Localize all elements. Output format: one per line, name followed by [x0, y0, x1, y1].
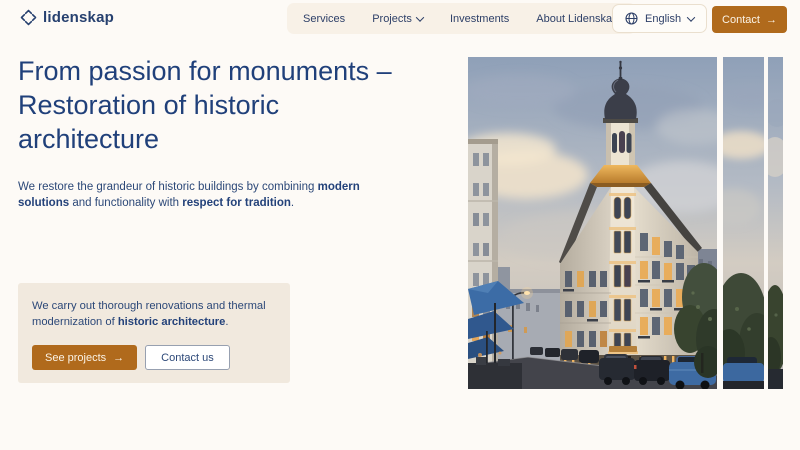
info-card: We carry out thorough renovations and th…	[18, 283, 290, 383]
arrow-right-icon: →	[766, 14, 777, 26]
language-selector[interactable]: English	[612, 4, 707, 33]
chevron-down-icon	[416, 13, 424, 21]
building-illustration	[468, 57, 717, 389]
intro-text: We restore the grandeur of historic buil…	[18, 181, 318, 193]
carousel-slide-next-1[interactable]	[723, 57, 764, 389]
intro-text: and functionality with	[69, 197, 182, 209]
brand-name: lidenskap	[43, 9, 114, 26]
nav-item-label: Projects	[372, 13, 412, 25]
globe-icon	[625, 12, 638, 25]
main-nav: Services Projects Investments About Lide…	[287, 3, 636, 34]
card-buttons: See projects → Contact us	[32, 345, 230, 370]
card-bold-historic-architecture: historic architecture	[118, 316, 226, 328]
language-label: English	[645, 13, 681, 25]
hero-heading: From passion for monuments – Restoration…	[18, 54, 416, 156]
next-slide-preview-illustration	[768, 57, 783, 389]
contact-button[interactable]: Contact →	[712, 6, 787, 33]
arrow-right-icon: →	[113, 352, 124, 364]
nav-item-about[interactable]: About Lidenskap	[536, 13, 618, 25]
brand-logo[interactable]: lidenskap	[20, 9, 114, 26]
nav-item-projects[interactable]: Projects	[372, 13, 423, 25]
nav-item-services[interactable]: Services	[303, 13, 345, 25]
nav-item-label: About Lidenskap	[536, 13, 618, 25]
card-text-part: .	[225, 316, 228, 328]
hero-intro: We restore the grandeur of historic buil…	[18, 179, 380, 211]
logo-diamond-icon	[20, 9, 37, 26]
nav-item-label: Investments	[450, 13, 509, 25]
nav-item-label: Services	[303, 13, 345, 25]
intro-text: .	[291, 197, 294, 209]
see-projects-label: See projects	[45, 352, 106, 364]
see-projects-button[interactable]: See projects →	[32, 345, 137, 370]
card-text: We carry out thorough renovations and th…	[32, 298, 276, 330]
intro-bold-respect-for-tradition: respect for tradition	[182, 197, 291, 209]
nav-item-investments[interactable]: Investments	[450, 13, 509, 25]
contact-button-label: Contact	[722, 14, 760, 26]
landing-page: lidenskap Services Projects Investments …	[0, 0, 800, 450]
contact-us-button[interactable]: Contact us	[145, 345, 230, 370]
carousel-slide-next-2[interactable]	[768, 57, 783, 389]
next-slide-preview-illustration	[723, 57, 764, 389]
contact-us-label: Contact us	[161, 352, 214, 364]
carousel-slide-main[interactable]	[468, 57, 717, 389]
chevron-down-icon	[687, 13, 695, 21]
